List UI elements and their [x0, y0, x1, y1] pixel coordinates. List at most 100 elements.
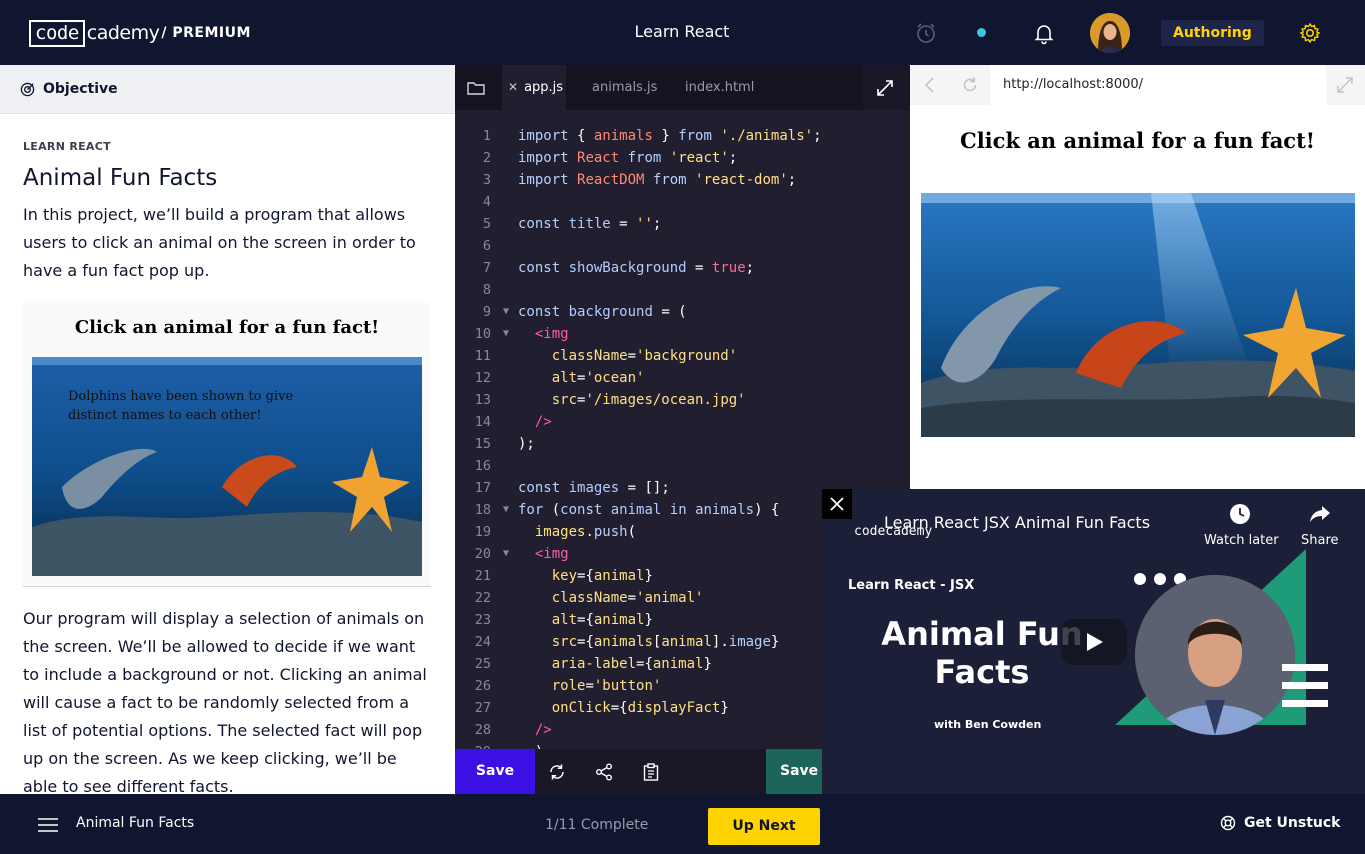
reset-icon[interactable]	[547, 762, 567, 782]
alarm-clock-icon[interactable]	[915, 22, 937, 44]
code-line[interactable]: 13 src='/images/ocean.jpg'	[455, 389, 910, 411]
code-line[interactable]: 16	[455, 455, 910, 477]
code-line[interactable]: 12 alt='ocean'	[455, 367, 910, 389]
code-line[interactable]: 7 const showBackground = true;	[455, 257, 910, 279]
refresh-icon[interactable]	[960, 75, 980, 95]
code-text: role='button'	[551, 678, 662, 694]
line-number: 4	[482, 194, 491, 210]
code-text: const showBackground = true;	[518, 260, 755, 276]
clipboard-icon[interactable]	[641, 762, 661, 782]
code-text: key={animal}	[551, 568, 653, 584]
save-button[interactable]: Save	[455, 749, 535, 794]
code-text: images.push(	[534, 524, 637, 540]
fold-arrow-icon[interactable]: ▼	[503, 323, 509, 345]
code-line[interactable]: 2 import React from 'react';	[455, 147, 910, 169]
video-overlay[interactable]: codecademy Learn React JSX Animal Fun Fa…	[822, 489, 1365, 800]
line-number: 7	[482, 260, 491, 276]
folder-icon[interactable]	[467, 80, 485, 96]
code-line[interactable]: 10 ▼ <img	[455, 323, 910, 345]
line-number: 1	[482, 128, 491, 144]
code-text: src={animals[animal].image}	[551, 634, 780, 650]
tab-index-html[interactable]: index.html	[685, 65, 754, 110]
code-text: const images = [];	[518, 480, 670, 496]
code-line[interactable]: 1 import { animals } from './animals';	[455, 125, 910, 147]
line-number: 16	[474, 458, 491, 474]
code-line[interactable]: 6	[455, 235, 910, 257]
save-version-button[interactable]: Save V	[766, 749, 826, 794]
code-text: const title = '';	[518, 216, 662, 232]
expand-icon[interactable]	[875, 78, 895, 98]
back-arrow-icon[interactable]	[920, 75, 940, 95]
code-line[interactable]: 9 ▼ const background = (	[455, 301, 910, 323]
demo-title: Click an animal for a fun fact!	[74, 317, 380, 338]
code-line[interactable]: 11 className='background'	[455, 345, 910, 367]
target-icon	[20, 82, 35, 96]
line-number: 14	[474, 414, 491, 430]
body-paragraph: Our program will display a selection of …	[23, 609, 427, 794]
line-number: 8	[482, 282, 491, 298]
code-text: />	[534, 414, 552, 430]
logo-wordmark: cademy	[86, 22, 160, 44]
up-next-button[interactable]: Up Next	[708, 808, 820, 845]
bell-icon[interactable]	[1032, 21, 1056, 45]
code-text: className='animal'	[551, 590, 704, 606]
address-bar: http://localhost:8000/	[910, 65, 1365, 105]
intro-paragraph: In this project, we’ll build a program t…	[23, 205, 416, 280]
expand-preview-icon[interactable]	[1335, 75, 1355, 95]
get-unstuck-label: Get Unstuck	[1244, 815, 1341, 831]
lesson-title[interactable]: Animal Fun Facts	[76, 815, 194, 831]
get-unstuck-button[interactable]: Get Unstuck	[1220, 815, 1341, 831]
line-number: 2	[482, 150, 491, 166]
clock-icon[interactable]	[1229, 503, 1251, 525]
watch-later-label[interactable]: Watch later	[1204, 533, 1279, 548]
line-number: 22	[474, 590, 491, 606]
course-title: Learn React	[634, 22, 730, 41]
codecademy-logo[interactable]: code cademy / PREMIUM	[29, 19, 251, 47]
code-line[interactable]: 3 import ReactDOM from 'react-dom';	[455, 169, 910, 191]
code-line[interactable]: 15);	[455, 433, 910, 455]
menu-icon[interactable]	[38, 818, 58, 832]
authoring-button[interactable]: Authoring	[1161, 20, 1264, 46]
code-text: onClick={displayFact}	[551, 700, 729, 716]
line-number: 25	[474, 656, 491, 672]
objective-header: Objective	[0, 65, 455, 114]
close-video-button[interactable]	[822, 489, 852, 519]
code-text: );	[518, 436, 535, 452]
instructions-panel: Objective LEARN REACT Animal Fun Facts I…	[0, 65, 455, 794]
play-button[interactable]	[1061, 619, 1127, 665]
code-text: <img	[534, 546, 569, 562]
code-line[interactable]: 14 />	[455, 411, 910, 433]
gear-icon[interactable]	[1299, 22, 1321, 44]
share-label[interactable]: Share	[1301, 533, 1339, 548]
code-line[interactable]: 8	[455, 279, 910, 301]
project-title: Animal Fun Facts	[23, 165, 218, 191]
video-title[interactable]: Learn React JSX Animal Fun Facts	[884, 513, 1150, 532]
fold-arrow-icon[interactable]: ▼	[503, 499, 509, 521]
demo-ocean-image: Dolphins have been shown to give distinc…	[32, 357, 422, 576]
avatar[interactable]	[1090, 13, 1130, 53]
code-text: const background = (	[518, 304, 687, 320]
tab-animals-js[interactable]: animals.js	[592, 65, 657, 110]
code-text: />	[534, 722, 552, 738]
share-arrow-icon[interactable]	[1309, 503, 1331, 525]
tab-app-js[interactable]: ✕ app.js	[502, 65, 566, 110]
share-icon[interactable]	[594, 762, 614, 782]
fold-arrow-icon[interactable]: ▼	[503, 543, 509, 565]
line-number: 19	[474, 524, 491, 540]
line-number: 11	[474, 348, 491, 364]
tab-label: app.js	[524, 80, 564, 95]
logo-code-box: code	[29, 19, 85, 47]
url-field[interactable]: http://localhost:8000/	[990, 65, 1326, 105]
code-line[interactable]: 4	[455, 191, 910, 213]
line-number: 23	[474, 612, 491, 628]
line-number: 26	[474, 678, 491, 694]
ocean-background-image	[921, 193, 1355, 437]
code-text: alt='ocean'	[551, 370, 645, 386]
line-number: 20	[474, 546, 491, 562]
code-line[interactable]: 5 const title = '';	[455, 213, 910, 235]
code-text: <img	[534, 326, 569, 342]
close-tab-icon[interactable]: ✕	[508, 80, 518, 94]
video-subtitle: Learn React - JSX	[848, 578, 975, 593]
demo-fact-text: Dolphins have been shown to give distinc…	[68, 389, 294, 423]
fold-arrow-icon[interactable]: ▼	[503, 301, 509, 323]
